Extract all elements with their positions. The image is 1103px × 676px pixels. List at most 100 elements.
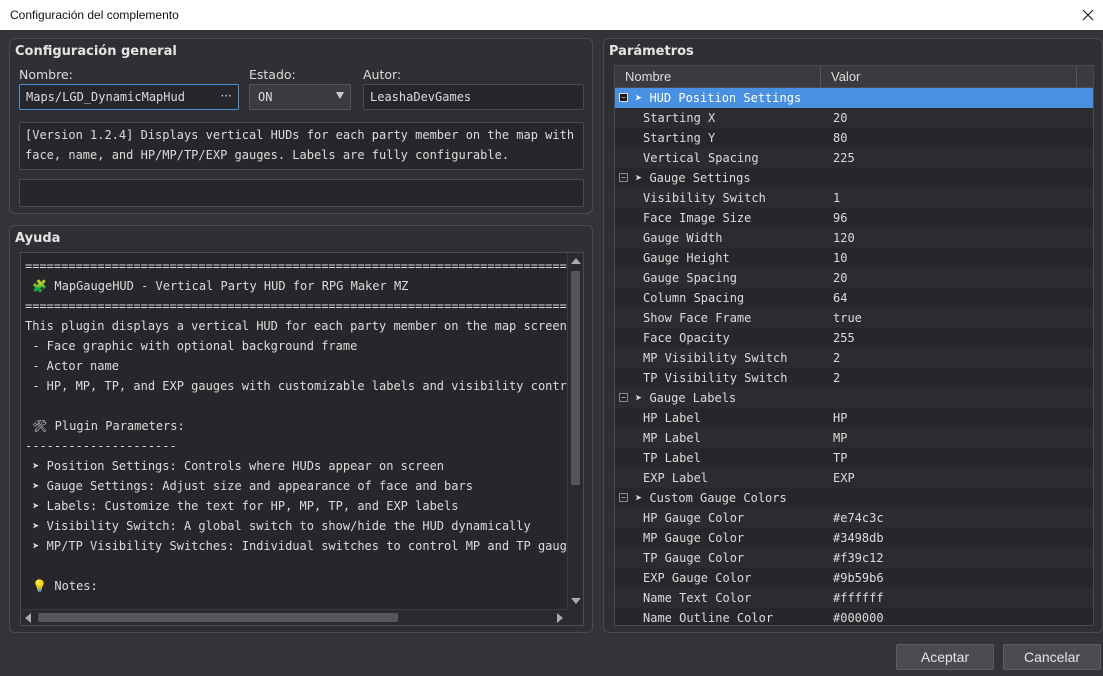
parameter-name: Column Spacing (643, 291, 745, 305)
parameter-row[interactable]: Starting Y 80 (615, 128, 1093, 148)
parameter-row[interactable]: Name Outline Color #000000 (615, 608, 1093, 625)
author-field[interactable]: LeashaDevGames (363, 84, 584, 110)
parameter-name: MP Label (643, 431, 701, 445)
help-line: --------------------- (25, 439, 177, 453)
help-line: - Face graphic with optional background … (25, 339, 358, 353)
help-line: 💡 Notes: (25, 579, 98, 593)
parameter-row[interactable]: TP Label TP (615, 448, 1093, 468)
parameter-row[interactable]: TP Gauge Color #f39c12 (615, 548, 1093, 568)
scroll-left-icon[interactable] (25, 613, 31, 623)
help-line: ➤ MP/TP Visibility Switches: Individual … (25, 539, 567, 553)
general-settings-group: Configuración general Nombre: Maps/LGD_D… (9, 38, 593, 214)
close-button[interactable] (1073, 0, 1103, 30)
parameter-group-row[interactable]: − ➤ HUD Position Settings (615, 88, 1093, 108)
name-field[interactable]: Maps/LGD_DynamicMapHud ··· (19, 84, 239, 110)
help-line: ========================================… (25, 299, 567, 313)
parameter-row[interactable]: Face Image Size 96 (615, 208, 1093, 228)
parameter-row[interactable]: Name Text Color #ffffff (615, 588, 1093, 608)
parameter-value: #e74c3c (833, 511, 884, 525)
column-header-name[interactable]: Nombre (615, 66, 821, 88)
help-line: ➤ Gauge Settings: Adjust size and appear… (25, 479, 473, 493)
cancel-button[interactable]: Cancelar (1003, 644, 1101, 670)
parameter-value: 1 (833, 191, 841, 205)
parameter-row[interactable]: EXP Gauge Color #9b59b6 (615, 568, 1093, 588)
parameter-row[interactable]: MP Visibility Switch 2 (615, 348, 1093, 368)
parameter-value: TP (833, 451, 848, 465)
help-horizontal-scrollbar[interactable] (21, 609, 567, 625)
help-title: Ayuda (15, 231, 61, 246)
parameter-row[interactable]: Show Face Frame true (615, 308, 1093, 328)
parameter-row[interactable]: Vertical Spacing 225 (615, 148, 1093, 168)
name-value: Maps/LGD_DynamicMapHud (26, 90, 185, 104)
vertical-scroll-thumb[interactable] (571, 271, 580, 485)
status-select[interactable]: ON (249, 84, 351, 110)
help-line: ➤ Position Settings: Controls where HUDs… (25, 459, 445, 473)
parameter-row[interactable]: HP Label HP (615, 408, 1093, 428)
description-line: face, name, and HP/MP/TP/EXP gauges. Lab… (25, 148, 510, 162)
name-label: Nombre: (19, 67, 73, 82)
parameter-value: 2 (833, 371, 841, 385)
parameters-title: Parámetros (609, 44, 694, 59)
parameter-name: TP Visibility Switch (643, 371, 788, 385)
help-line: ========================================… (25, 259, 567, 273)
parameter-row[interactable]: Starting X 20 (615, 108, 1093, 128)
parameter-row[interactable]: EXP Label EXP (615, 468, 1093, 488)
help-textarea[interactable]: ========================================… (20, 252, 584, 626)
parameter-value: #000000 (833, 611, 884, 625)
parameter-row[interactable]: HP Gauge Color #e74c3c (615, 508, 1093, 528)
parameter-value: EXP (833, 471, 855, 485)
parameter-group-row[interactable]: − ➤ Custom Gauge Colors (615, 488, 1093, 508)
parameter-name: Face Image Size (643, 211, 752, 225)
parameters-table[interactable]: Nombre Valor − ➤ HUD Position Settings Sta… (614, 65, 1094, 626)
parameter-row[interactable]: Face Opacity 255 (615, 328, 1093, 348)
description-field[interactable]: [Version 1.2.4] Displays vertical HUDs f… (19, 122, 584, 170)
help-line: This plugin displays a vertical HUD for … (25, 319, 567, 333)
parameter-row[interactable]: Gauge Spacing 20 (615, 268, 1093, 288)
column-header-value[interactable]: Valor (821, 66, 1077, 88)
parameter-row[interactable]: Visibility Switch 1 (615, 188, 1093, 208)
parameter-name: Starting Y (643, 131, 716, 145)
parameter-row[interactable]: MP Gauge Color #3498db (615, 528, 1093, 548)
parameter-value: #3498db (833, 531, 884, 545)
parameter-name: Gauge Width (643, 231, 723, 245)
parameter-value: HP (833, 411, 848, 425)
parameter-row[interactable]: MP Label MP (615, 428, 1093, 448)
help-content: ========================================… (21, 253, 567, 609)
parameter-name: ➤ HUD Position Settings (635, 91, 802, 105)
parameter-value: 96 (833, 211, 848, 225)
parameter-group-row[interactable]: − ➤ Gauge Labels (615, 388, 1093, 408)
collapse-icon[interactable]: − (619, 493, 628, 502)
parameter-name: Gauge Spacing (643, 271, 737, 285)
parameter-name: Starting X (643, 111, 716, 125)
parameter-row[interactable]: Column Spacing 64 (615, 288, 1093, 308)
parameter-name: ➤ Custom Gauge Colors (635, 491, 787, 505)
collapse-icon[interactable]: − (619, 93, 628, 102)
parameter-value: MP (833, 431, 848, 445)
scroll-down-icon[interactable] (571, 598, 581, 604)
parameter-group-row[interactable]: − ➤ Gauge Settings (615, 168, 1093, 188)
horizontal-scroll-thumb[interactable] (38, 613, 398, 622)
parameter-name: Show Face Frame (643, 311, 752, 325)
parameter-name: ➤ Gauge Settings (635, 171, 751, 185)
title-bar: Configuración del complemento (0, 0, 1103, 30)
collapse-icon[interactable]: − (619, 393, 628, 402)
accept-button[interactable]: Aceptar (896, 644, 994, 670)
parameter-name: Name Text Color (643, 591, 752, 605)
collapse-icon[interactable]: − (619, 173, 628, 182)
parameter-name: EXP Gauge Color (643, 571, 752, 585)
extra-field[interactable] (19, 179, 584, 207)
parameter-value: 20 (833, 111, 848, 125)
help-line: ➤ Visibility Switch: A global switch to … (25, 519, 531, 533)
parameter-row[interactable]: Gauge Height 10 (615, 248, 1093, 268)
parameter-value: #ffffff (833, 591, 884, 605)
scroll-up-icon[interactable] (571, 258, 581, 264)
browse-button[interactable]: ··· (221, 89, 232, 103)
parameter-name: MP Gauge Color (643, 531, 745, 545)
status-value: ON (258, 90, 273, 104)
author-label: Autor: (363, 67, 402, 82)
parameter-row[interactable]: Gauge Width 120 (615, 228, 1093, 248)
parameter-row[interactable]: TP Visibility Switch 2 (615, 368, 1093, 388)
parameter-name: HP Label (643, 411, 701, 425)
help-vertical-scrollbar[interactable] (567, 253, 583, 609)
scroll-right-icon[interactable] (557, 613, 563, 623)
